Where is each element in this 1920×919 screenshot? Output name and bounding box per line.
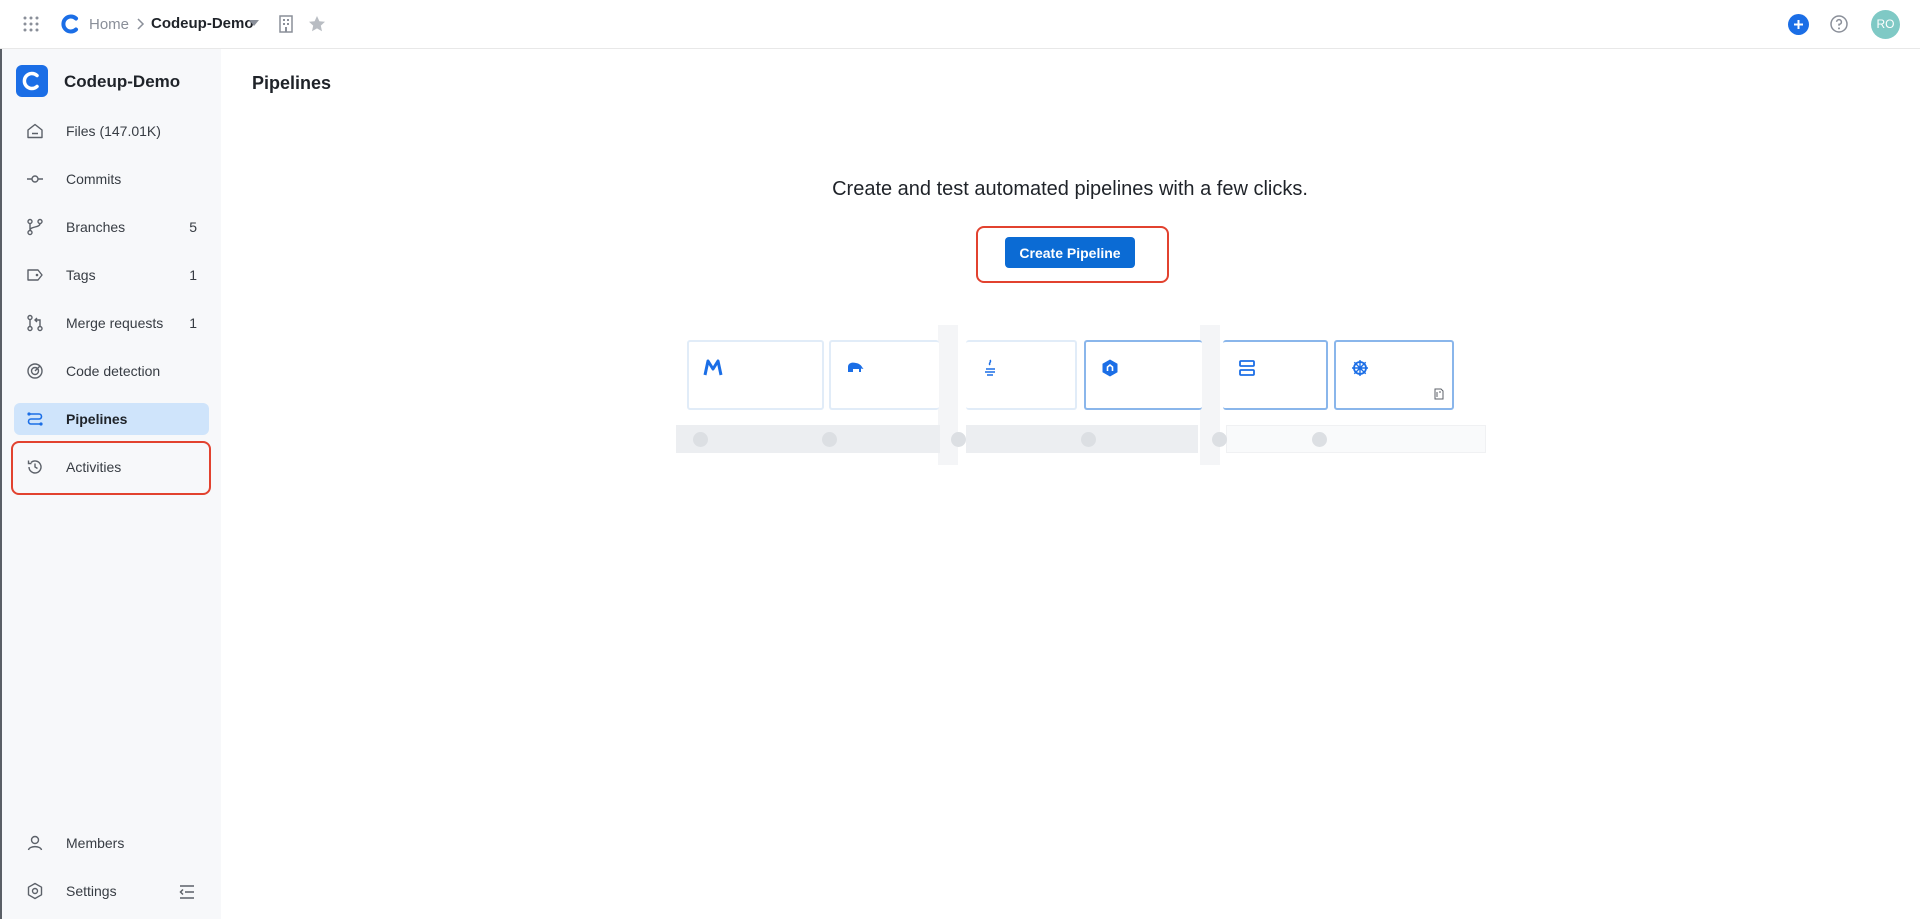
stage-track [1226, 425, 1486, 453]
repo-title: Codeup-Demo [64, 72, 181, 91]
top-bar: Home Codeup-Demo RO [0, 0, 1920, 49]
server-icon [1237, 358, 1257, 378]
tag-icon [26, 266, 44, 284]
sidebar-item-label: Pipelines [66, 411, 128, 427]
merge-request-icon [26, 314, 44, 332]
commit-icon [26, 170, 44, 188]
empty-state-message: Create and test automated pipelines with… [832, 178, 1308, 200]
breadcrumb-home[interactable]: Home [89, 16, 129, 33]
chevron-down-icon[interactable] [248, 17, 260, 29]
breadcrumb-chevron-icon [134, 17, 146, 31]
deploy-card [1223, 340, 1328, 410]
sidebar-item-label: Settings [66, 883, 117, 899]
stage-track [676, 425, 940, 453]
sidebar-item-branches[interactable]: Branches 5 [14, 211, 209, 243]
settings-icon [26, 882, 44, 900]
stage-dot [951, 432, 966, 447]
avatar[interactable]: RO [1871, 10, 1900, 39]
create-pipeline-button[interactable]: Create Pipeline [1005, 237, 1135, 268]
sidebar-item-label: Merge requests [66, 315, 164, 331]
help-icon[interactable] [1829, 14, 1849, 34]
stage-dot [1212, 432, 1227, 447]
branch-icon [26, 218, 44, 236]
sidebar-item-commits[interactable]: Commits [14, 163, 209, 195]
pipeline-icon [26, 410, 44, 428]
pipelines-highlight-box [11, 441, 211, 495]
sidebar-item-count: 1 [189, 315, 197, 331]
sidebar-item-label: Files (147.01K) [66, 123, 161, 139]
maven-icon [703, 358, 723, 378]
sidebar-item-code-detection[interactable]: Code detection [14, 355, 209, 387]
java-card [966, 340, 1077, 410]
sidebar-item-label: Commits [66, 171, 122, 187]
building-icon[interactable] [277, 14, 295, 34]
java-icon [980, 358, 1000, 378]
sidebar-item-label: Tags [66, 267, 96, 283]
hexagon-icon [1100, 358, 1120, 378]
gradle-card [829, 340, 939, 410]
stage-dot [1081, 432, 1096, 447]
stage-dot [1312, 432, 1327, 447]
page-title: Pipelines [252, 73, 332, 93]
sidebar-item-tags[interactable]: Tags 1 [14, 259, 209, 291]
sidebar-item-members[interactable]: Members [14, 827, 209, 859]
maven-card [687, 340, 824, 410]
home-icon [26, 122, 44, 140]
create-plus-icon[interactable] [1788, 14, 1809, 35]
app-grid-icon[interactable] [22, 15, 40, 33]
codeup-logo-icon[interactable] [60, 13, 82, 35]
pipeline-illustration [670, 325, 1490, 465]
code-detection-icon [26, 362, 44, 380]
stage-dot [693, 432, 708, 447]
stage-dot [822, 432, 837, 447]
sidebar-item-files[interactable]: Files (147.01K) [14, 115, 209, 147]
sidebar-item-label: Code detection [66, 363, 161, 379]
sidebar-item-pipelines[interactable]: Pipelines [14, 403, 209, 435]
repo-header[interactable]: Codeup-Demo [16, 65, 216, 97]
sidebar-item-count: 1 [189, 267, 197, 283]
kubernetes-card [1334, 340, 1454, 410]
user-icon [26, 834, 44, 852]
build-card [1084, 340, 1202, 410]
breadcrumb-repo[interactable]: Codeup-Demo [151, 15, 254, 32]
sidebar: Codeup-Demo Files (147.01K) Commits Bran… [0, 49, 221, 919]
repo-logo-icon [16, 65, 48, 97]
sidebar-item-count: 5 [189, 219, 197, 235]
kubernetes-icon [1350, 358, 1370, 378]
elephant-icon [845, 358, 865, 378]
sidebar-item-label: Branches [66, 219, 126, 235]
collapse-sidebar-icon[interactable] [178, 883, 196, 901]
star-icon[interactable] [307, 14, 327, 34]
sidebar-item-label: Members [66, 835, 125, 851]
sidebar-item-merge-requests[interactable]: Merge requests 1 [14, 307, 209, 339]
small-doc-icon [1434, 388, 1444, 400]
